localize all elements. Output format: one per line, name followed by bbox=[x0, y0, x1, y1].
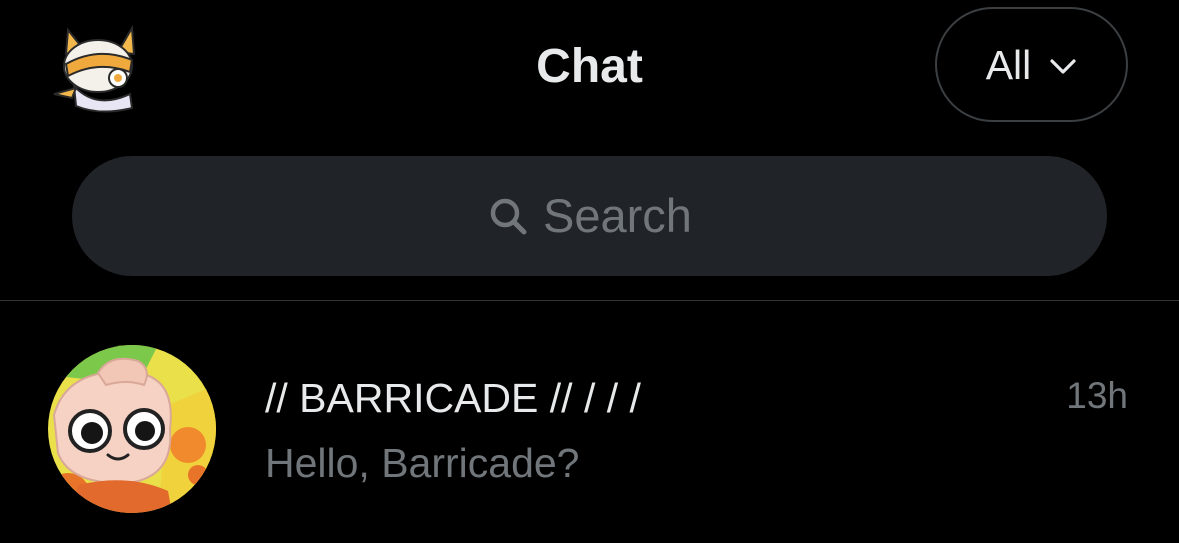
header: Chat All bbox=[0, 0, 1179, 140]
chevron-down-icon bbox=[1050, 58, 1076, 74]
plush-toy-avatar-icon bbox=[48, 345, 216, 513]
conversation-preview: Hello, Barricade? bbox=[265, 440, 580, 486]
filter-label: All bbox=[985, 41, 1032, 88]
search-icon bbox=[490, 198, 527, 235]
conversation-row[interactable]: // BARRICADE // / / / 13h Hello, Barrica… bbox=[0, 301, 1179, 543]
search-input[interactable]: Search bbox=[72, 156, 1107, 276]
profile-avatar[interactable] bbox=[46, 24, 142, 114]
search-placeholder: Search bbox=[543, 189, 692, 242]
conversation-timestamp: 13h bbox=[1066, 375, 1128, 416]
mascot-avatar-icon bbox=[53, 24, 136, 113]
conversation-avatar[interactable] bbox=[48, 345, 216, 513]
conversation-name: // BARRICADE // / / / bbox=[265, 375, 641, 421]
filter-dropdown-button[interactable]: All bbox=[935, 7, 1128, 122]
